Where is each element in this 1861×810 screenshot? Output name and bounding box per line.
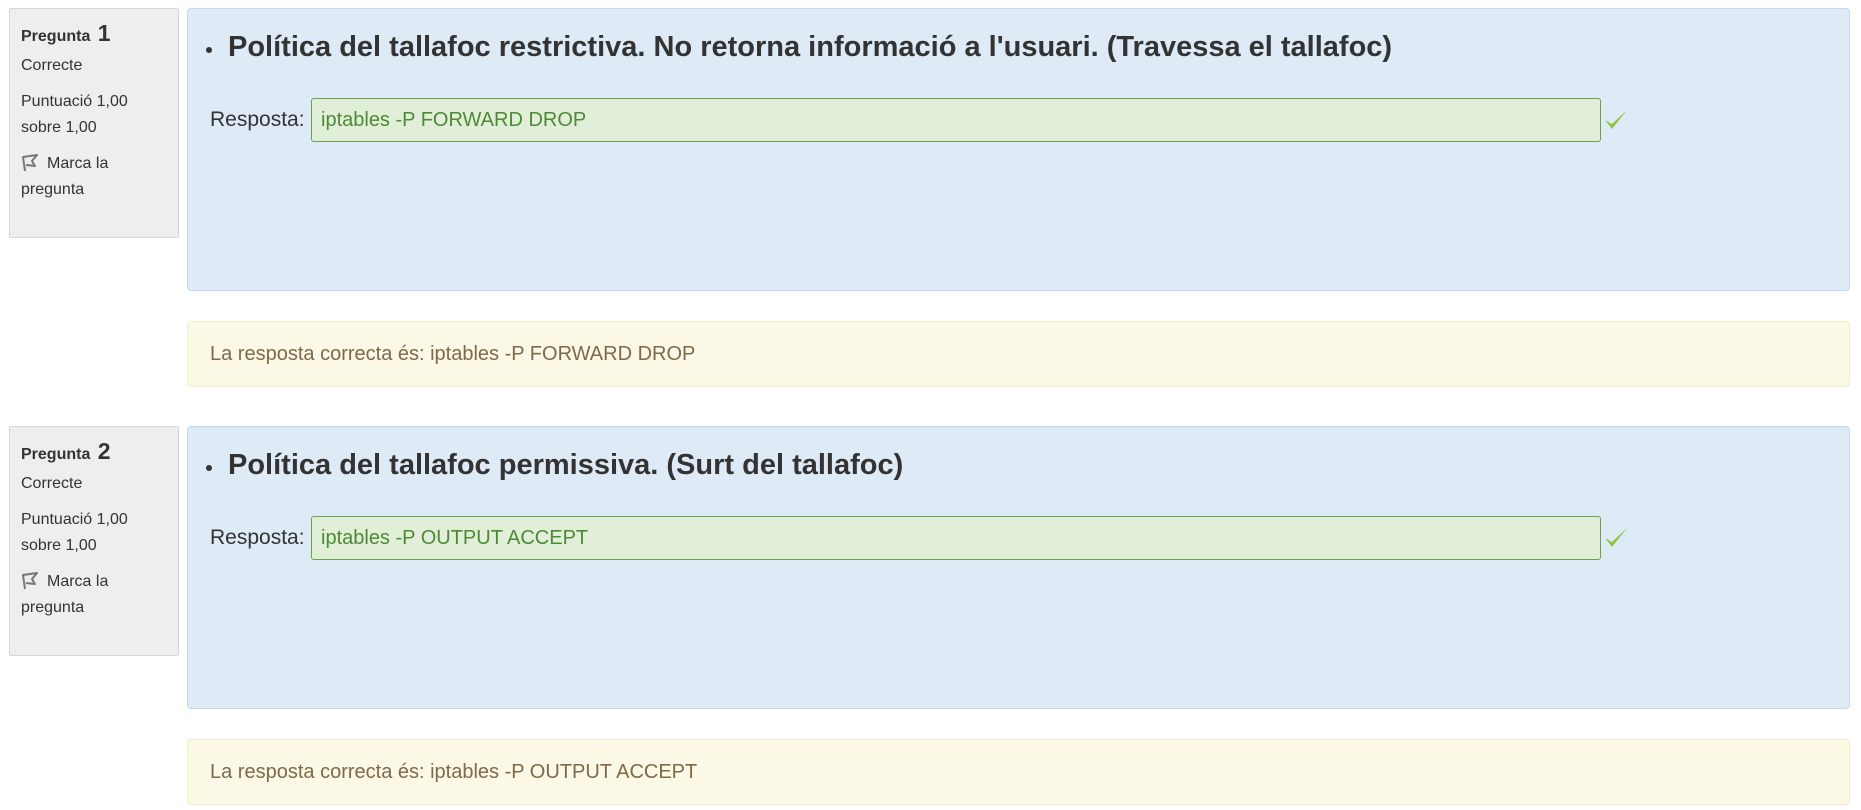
flag-label-line-1: Marca la [47, 155, 109, 172]
answer-input[interactable] [311, 516, 1601, 560]
correct-answer-feedback: La resposta correcta és: iptables -P FOR… [187, 321, 1850, 387]
question-text-list: Política del tallafoc restrictiva. No re… [206, 31, 1393, 64]
answer-label: Resposta: [210, 526, 305, 549]
answer-input[interactable] [311, 98, 1601, 142]
question-grade: Puntuació 1,00 sobre 1,00 [21, 507, 167, 559]
grade-line-1: Puntuació 1,00 [21, 511, 128, 528]
flag-question-link[interactable]: Marca la pregunta [21, 151, 167, 203]
bullet-icon [206, 47, 212, 53]
question-content: Política del tallafoc permissiva. (Surt … [187, 426, 1850, 709]
answer-label: Resposta: [210, 108, 305, 131]
question-label: Pregunta [21, 28, 91, 45]
flag-question-link[interactable]: Marca la pregunta [21, 569, 167, 621]
flag-label-line-1: Marca la [47, 573, 109, 590]
bullet-icon [206, 465, 212, 471]
question-state: Correcte [21, 57, 83, 74]
correct-answer-feedback: La resposta correcta és: iptables -P OUT… [187, 739, 1850, 805]
flag-label-line-2: pregunta [21, 599, 85, 616]
question-text-content: Política del tallafoc permissiva. (Surt … [228, 449, 904, 481]
flag-icon [22, 572, 38, 590]
question-number-heading: Pregunta 2 [21, 435, 167, 467]
question-grade: Puntuació 1,00 sobre 1,00 [21, 89, 167, 141]
question-label: Pregunta [21, 446, 91, 463]
check-icon [1605, 110, 1627, 129]
question-content: Política del tallafoc restrictiva. No re… [187, 8, 1850, 291]
question-text-content: Política del tallafoc restrictiva. No re… [228, 31, 1393, 63]
grade-line-2: sobre 1,00 [21, 537, 97, 554]
question-info-panel: Pregunta 1 Correcte Puntuació 1,00 sobre… [9, 8, 179, 238]
question-text-list: Política del tallafoc permissiva. (Surt … [206, 449, 904, 482]
question-number-heading: Pregunta 1 [21, 17, 167, 49]
grade-line-1: Puntuació 1,00 [21, 93, 128, 110]
flag-icon [22, 154, 38, 172]
question-state: Correcte [21, 475, 83, 492]
flag-label-line-2: pregunta [21, 181, 85, 198]
grade-line-2: sobre 1,00 [21, 119, 97, 136]
question-text: Política del tallafoc restrictiva. No re… [206, 31, 1393, 64]
question-number: 1 [97, 20, 111, 46]
question-info-panel: Pregunta 2 Correcte Puntuació 1,00 sobre… [9, 426, 179, 656]
check-icon [1605, 528, 1627, 547]
question-text: Política del tallafoc permissiva. (Surt … [206, 449, 904, 482]
question-number: 2 [97, 438, 111, 464]
